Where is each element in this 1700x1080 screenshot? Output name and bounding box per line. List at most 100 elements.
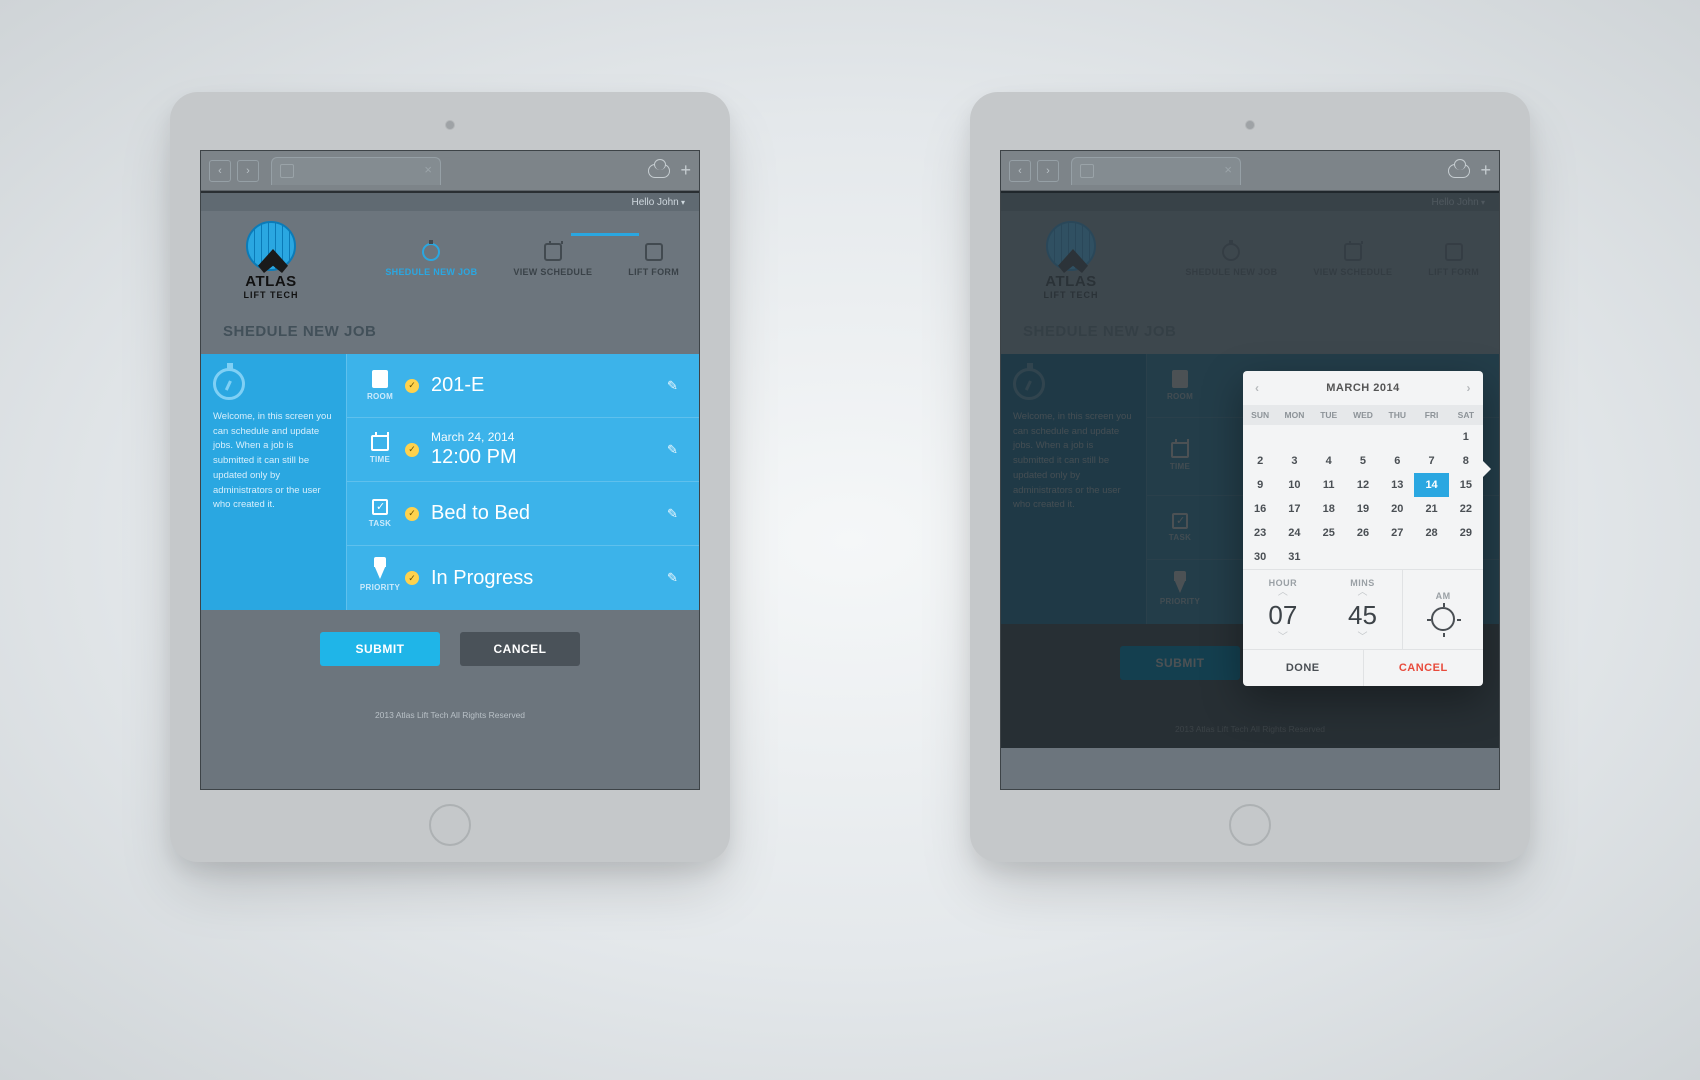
day-cell[interactable]: 18 [1312,497,1346,521]
hour-down-button[interactable]: ﹀ [1243,633,1323,643]
check-icon: ✓ [405,379,419,393]
day-cell[interactable]: 5 [1346,449,1380,473]
topbar: Hello John [201,191,699,211]
datetime-picker: ‹ MARCH 2014 › SUNMONTUEWEDTHUFRISAT ...… [1243,371,1483,686]
day-cell[interactable]: 4 [1312,449,1346,473]
mins-down-button[interactable]: ﹀ [1323,633,1403,643]
day-cell[interactable]: 22 [1449,497,1483,521]
row-label: ROOM [367,392,393,401]
browser-tab[interactable] [1071,157,1241,185]
day-cell[interactable]: 8 [1449,449,1483,473]
day-cell[interactable]: 26 [1346,521,1380,545]
next-month-button[interactable]: › [1467,381,1472,395]
day-blank: . [1243,425,1277,449]
day-cell[interactable]: 29 [1449,521,1483,545]
main-nav: SHEDULE NEW JOB VIEW SCHEDULE LIFT FORM [321,221,679,277]
dow-cell: THU [1380,405,1414,425]
back-button[interactable]: ‹ [1009,160,1031,182]
day-cell[interactable]: 2 [1243,449,1277,473]
help-text: Welcome, in this screen you can schedule… [213,410,334,513]
day-cell[interactable]: 1 [1449,425,1483,449]
check-icon: ✓ [405,507,419,521]
picker-header: ‹ MARCH 2014 › [1243,371,1483,405]
app-header: ATLAS LIFT TECH SHEDULE NEW JOB VIEW SCH… [201,211,699,321]
timer-icon [422,243,440,261]
edit-icon[interactable]: ✎ [667,570,683,586]
home-button[interactable] [1229,804,1271,846]
day-cell[interactable]: 30 [1243,545,1277,569]
prev-month-button[interactable]: ‹ [1255,381,1260,395]
row-label: PRIORITY [360,583,400,592]
calendar-days: ......1234567891011121314151617181920212… [1243,425,1483,569]
cloud-icon[interactable] [1448,164,1470,178]
day-cell[interactable]: 7 [1414,449,1448,473]
priority-value: In Progress [431,567,667,590]
day-cell[interactable]: 3 [1277,449,1311,473]
new-tab-button[interactable]: + [1480,160,1491,181]
row-time[interactable]: TIME ✓ March 24, 2014 12:00 PM ✎ [346,418,699,482]
row-room[interactable]: ROOM ✓ 201-E ✎ [346,354,699,418]
edit-icon[interactable]: ✎ [667,378,683,394]
sun-icon [1431,607,1455,631]
day-blank: . [1414,425,1448,449]
hour-up-button[interactable]: ︿ [1243,588,1323,598]
check-icon: ✓ [405,571,419,585]
nav-view-schedule[interactable]: VIEW SCHEDULE [513,243,592,277]
page-title: SHEDULE NEW JOB [201,321,699,354]
day-of-week-header: SUNMONTUEWEDTHUFRISAT [1243,405,1483,425]
dow-cell: WED [1346,405,1380,425]
help-sidebar: Welcome, in this screen you can schedule… [201,354,346,610]
day-cell[interactable]: 21 [1414,497,1448,521]
home-button[interactable] [429,804,471,846]
day-cell[interactable]: 6 [1380,449,1414,473]
day-cell[interactable]: 19 [1346,497,1380,521]
day-cell[interactable]: 14 [1414,473,1448,497]
ampm-column[interactable]: AM [1402,570,1483,649]
browser-tab[interactable] [271,157,441,185]
edit-icon[interactable]: ✎ [667,442,683,458]
ampm-label: AM [1436,591,1451,601]
form-panel: Welcome, in this screen you can schedule… [201,354,699,610]
forward-button[interactable]: › [1037,160,1059,182]
day-cell[interactable]: 24 [1277,521,1311,545]
day-cell[interactable]: 11 [1312,473,1346,497]
day-cell[interactable]: 23 [1243,521,1277,545]
day-cell[interactable]: 13 [1380,473,1414,497]
day-cell[interactable]: 27 [1380,521,1414,545]
day-cell[interactable]: 16 [1243,497,1277,521]
day-cell[interactable]: 17 [1277,497,1311,521]
row-task[interactable]: TASK ✓ Bed to Bed ✎ [346,482,699,546]
day-cell[interactable]: 28 [1414,521,1448,545]
edit-icon[interactable]: ✎ [667,506,683,522]
nav-lift-form[interactable]: LIFT FORM [628,243,679,277]
day-cell[interactable]: 10 [1277,473,1311,497]
time-date: March 24, 2014 [431,430,667,444]
cloud-icon[interactable] [648,164,670,178]
day-cell[interactable]: 25 [1312,521,1346,545]
user-greeting[interactable]: Hello John [631,197,685,208]
nav-label: LIFT FORM [628,267,679,277]
day-cell[interactable]: 9 [1243,473,1277,497]
mins-up-button[interactable]: ︿ [1323,588,1403,598]
globe-icon [246,221,296,271]
day-cell[interactable]: 31 [1277,545,1311,569]
new-tab-button[interactable]: + [680,160,691,181]
day-blank: . [1312,425,1346,449]
picker-month: MARCH 2014 [1326,382,1399,394]
tablet-right: ‹ › + Hello John ATLAS LIFT TECH [970,92,1530,862]
cancel-button[interactable]: CANCEL [460,632,580,666]
day-cell[interactable]: 15 [1449,473,1483,497]
day-cell[interactable]: 12 [1346,473,1380,497]
picker-pointer [1483,461,1491,477]
back-button[interactable]: ‹ [209,160,231,182]
submit-button[interactable]: SUBMIT [320,632,440,666]
brand-line2: LIFT TECH [244,290,299,300]
nav-schedule-new[interactable]: SHEDULE NEW JOB [385,243,477,277]
picker-cancel-button[interactable]: CANCEL [1364,650,1484,686]
dow-cell: MON [1277,405,1311,425]
picker-done-button[interactable]: DONE [1243,650,1364,686]
door-icon [372,370,388,388]
forward-button[interactable]: › [237,160,259,182]
row-priority[interactable]: PRIORITY ✓ In Progress ✎ [346,546,699,610]
day-cell[interactable]: 20 [1380,497,1414,521]
